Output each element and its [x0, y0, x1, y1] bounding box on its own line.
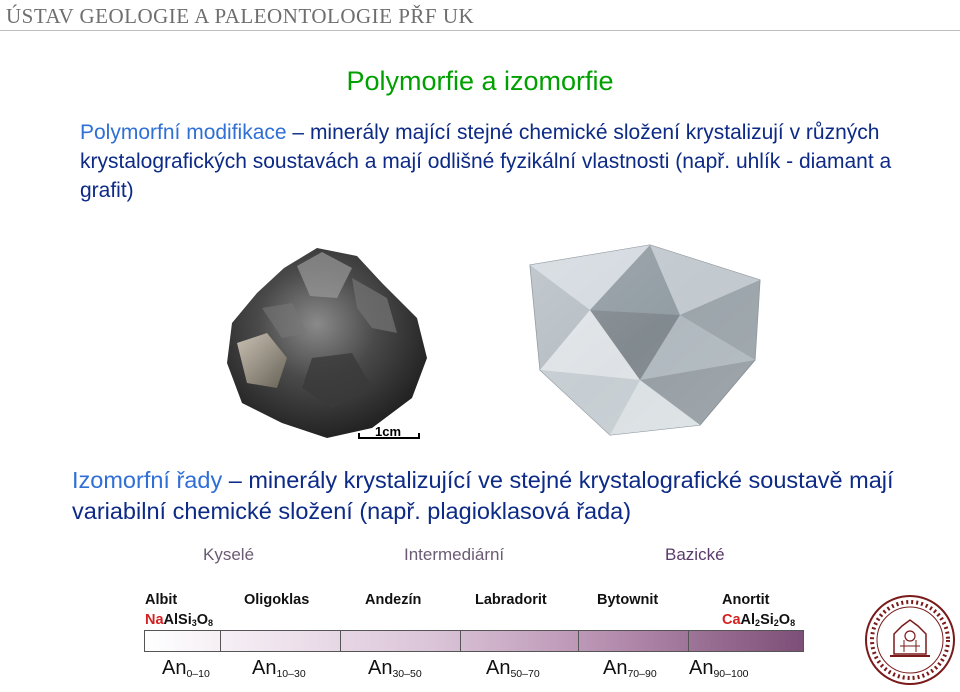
diamond-image [529, 244, 761, 436]
mineral-labradorit: Labradorit [475, 592, 547, 608]
composition-gradient-bar [144, 630, 804, 652]
mineral-bytownit: Bytownit [597, 592, 659, 608]
an-range: An30–50 [368, 657, 422, 680]
header-institute: ÚSTAV GEOLOGIE A PALEONTOLOGIE PŘF UK [6, 4, 475, 28]
bar-tick [220, 630, 221, 652]
category-intermediate: Intermediární [404, 545, 505, 564]
slide-title: Polymorfie a izomorfie [346, 66, 614, 96]
polymorphism-term: Polymorfní modifikace [80, 121, 287, 144]
an-range: An0–10 [162, 657, 210, 680]
header-divider [0, 30, 960, 31]
an-range: An10–30 [252, 657, 306, 680]
isomorphism-term: Izomorfní řady [72, 467, 223, 493]
isomorphism-paragraph: Izomorfní řady – minerály krystalizující… [72, 465, 942, 527]
dash: – [286, 121, 310, 144]
graphite-image [227, 248, 427, 438]
an-range: An70–90 [603, 657, 657, 680]
polymorphism-paragraph: Polymorfní modifikace – minerály mající … [80, 118, 920, 205]
an-range: An90–100 [689, 657, 749, 680]
formula-albit: NaAlSi3O8 [145, 612, 214, 628]
category-acid: Kyselé [203, 545, 255, 564]
bar-tick [578, 630, 579, 652]
an-range: An50–70 [486, 657, 540, 680]
mineral-oligoklas: Oligoklas [244, 592, 310, 608]
category-basic: Bazické [665, 545, 725, 564]
formula-anortit: CaAl2Si2O8 [722, 612, 796, 628]
mineral-albit: Albit [145, 592, 178, 608]
scale-label: 1cm [375, 424, 402, 439]
bar-tick [460, 630, 461, 652]
bar-tick [340, 630, 341, 652]
mineral-andezin: Andezín [365, 592, 422, 608]
bar-tick [688, 630, 689, 652]
dash: – [222, 467, 249, 493]
university-seal-image [865, 595, 955, 685]
mineral-anortit: Anortit [722, 592, 770, 608]
